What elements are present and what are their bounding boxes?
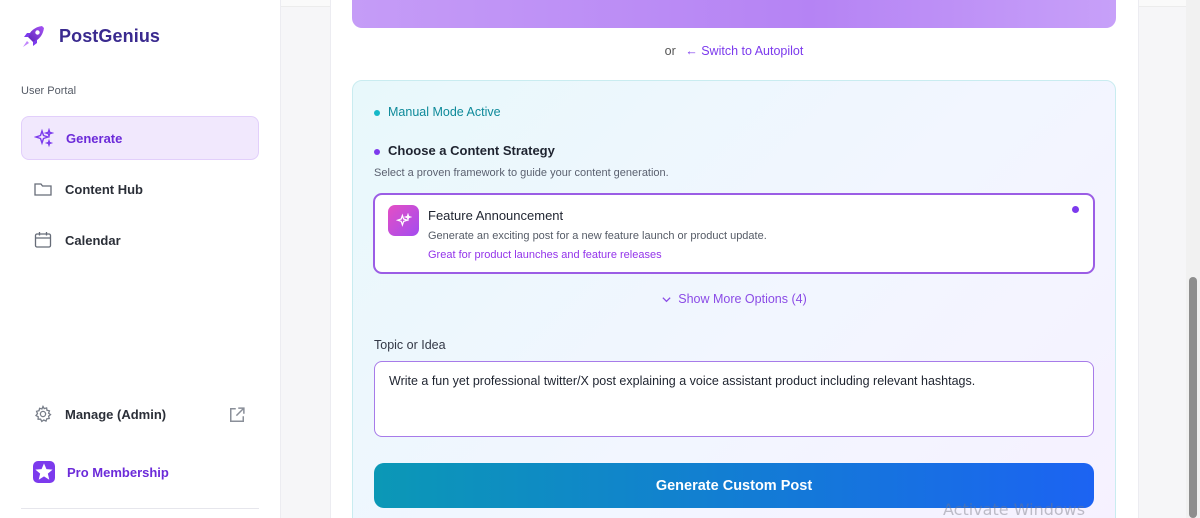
manual-mode-status: Manual Mode Active: [374, 105, 501, 119]
sidebar-item-label: Manage (Admin): [65, 406, 167, 422]
topic-input[interactable]: Write a fun yet professional twitter/X p…: [374, 361, 1094, 437]
section-label-user-portal: User Portal: [21, 85, 77, 97]
autopilot-banner-button[interactable]: [352, 0, 1116, 28]
sidebar-item-label: Generate: [66, 130, 123, 146]
switch-to-autopilot-link[interactable]: ← Switch to Autopilot: [685, 44, 803, 58]
option-description: Generate an exciting post for a new feat…: [428, 230, 767, 242]
sidebar-item-generate[interactable]: Generate: [21, 116, 259, 160]
show-more-options-button[interactable]: Show More Options (4): [0, 292, 1200, 306]
option-title: Feature Announcement: [428, 208, 564, 223]
folder-icon: [34, 183, 52, 196]
switch-autopilot-row: or ← Switch to Autopilot: [0, 44, 1200, 58]
chevron-down-icon: [662, 297, 671, 303]
manual-mode-label: Manual Mode Active: [388, 105, 501, 119]
pro-membership-button[interactable]: Pro Membership: [21, 450, 259, 494]
scrollbar[interactable]: [1186, 0, 1200, 518]
sidebar-item-content-hub[interactable]: Content Hub: [21, 167, 259, 211]
sidebar-item-manage-admin[interactable]: Manage (Admin): [21, 392, 259, 436]
sidebar-item-label: Content Hub: [65, 181, 143, 197]
option-tag: Great for product launches and feature r…: [428, 249, 662, 261]
topic-label: Topic or Idea: [374, 338, 446, 352]
sparkles-icon: [388, 205, 419, 236]
strategy-title: Choose a Content Strategy: [388, 143, 555, 158]
heading-dot: [374, 148, 380, 155]
external-link-icon[interactable]: [227, 405, 247, 425]
sidebar: PostGenius User Portal Generate Content …: [0, 0, 281, 518]
sidebar-item-label: Calendar: [65, 232, 121, 248]
star-icon: [33, 461, 55, 483]
gear-icon: [35, 405, 52, 423]
show-more-label: Show More Options (4): [678, 292, 807, 306]
selected-indicator-dot: [1072, 206, 1079, 213]
sidebar-item-calendar[interactable]: Calendar: [21, 218, 259, 262]
status-dot: [374, 109, 380, 116]
strategy-subtitle: Select a proven framework to guide your …: [374, 167, 669, 179]
activate-windows-watermark: Activate Windows: [943, 500, 1086, 518]
calendar-icon: [34, 232, 52, 248]
strategy-option-feature-announcement[interactable]: Feature Announcement Generate an excitin…: [373, 193, 1095, 274]
or-text: or: [664, 44, 676, 58]
scrollbar-thumb[interactable]: [1189, 277, 1197, 518]
pro-membership-label: Pro Membership: [67, 464, 169, 480]
sparkles-icon: [34, 128, 54, 148]
divider: [21, 508, 259, 509]
strategy-heading: Choose a Content Strategy: [374, 143, 555, 158]
